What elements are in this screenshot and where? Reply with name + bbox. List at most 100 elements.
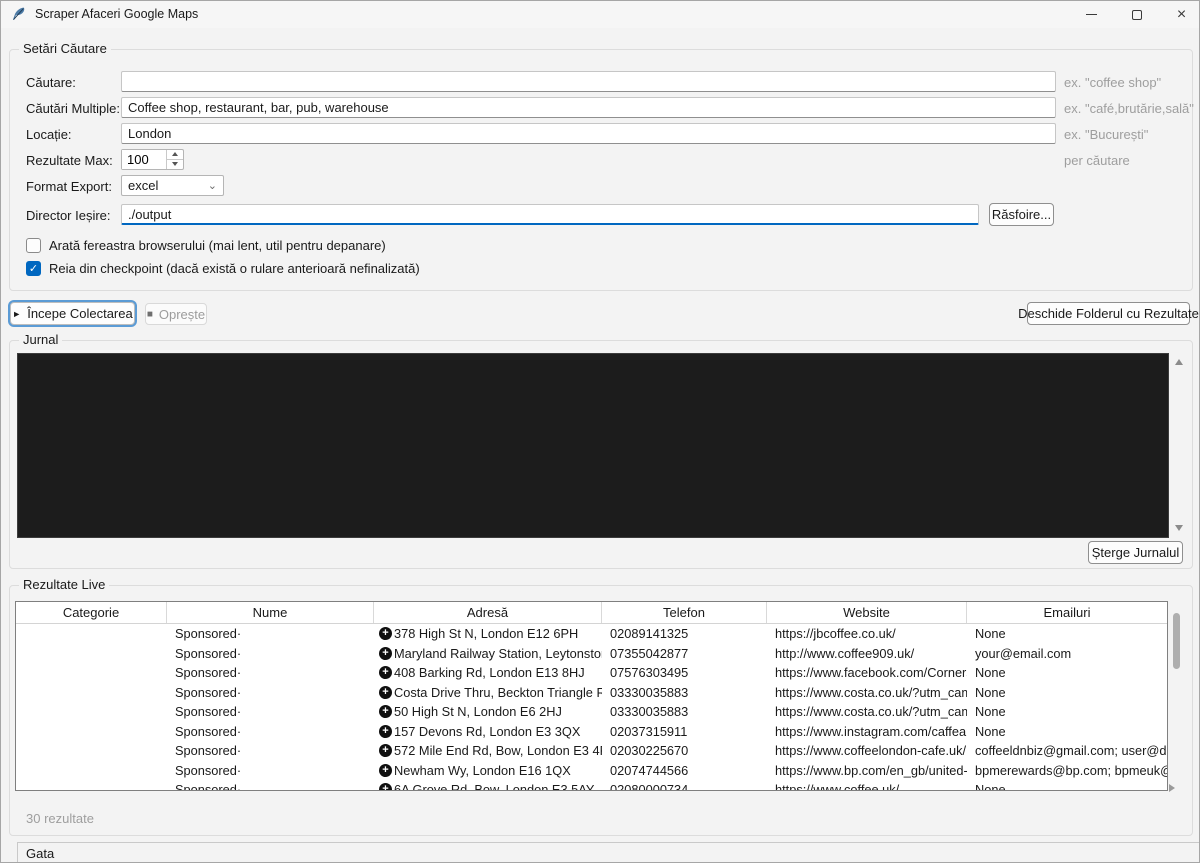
cell-phone: 07576303495 <box>602 663 767 683</box>
table-row[interactable]: Sponsored· + 157 Devons Rd, London E3 3Q… <box>16 722 1167 742</box>
stop-button[interactable]: ■ Oprește <box>145 303 207 325</box>
cell-address: + 157 Devons Rd, London E3 3QX <box>374 722 602 742</box>
table-row[interactable]: Sponsored· + Costa Drive Thru, Beckton T… <box>16 683 1167 703</box>
table-row[interactable]: Sponsored· + Maryland Railway Station, L… <box>16 644 1167 664</box>
resume-checkpoint-checkbox[interactable]: Reia din checkpoint (dacă există o rular… <box>26 261 420 276</box>
cell-website: http://www.coffee909.uk/ <box>767 644 967 664</box>
app-icon <box>11 6 27 22</box>
journal-scrollbar[interactable] <box>1171 353 1186 538</box>
cell-address-text: 6A Grove Rd, Bow, London E3 5AY <box>394 782 594 791</box>
cell-category <box>16 702 167 722</box>
browse-button[interactable]: Răsfoire... <box>989 203 1054 226</box>
cell-address-text: 378 High St N, London E12 6PH <box>394 626 578 641</box>
multi-search-input[interactable] <box>121 97 1056 118</box>
search-input[interactable] <box>121 71 1056 92</box>
cell-address-text: Costa Drive Thru, Beckton Triangle Retai… <box>394 685 602 700</box>
max-results-spinner[interactable] <box>121 149 184 170</box>
scroll-up-icon[interactable] <box>1175 359 1183 365</box>
export-format-value: excel <box>128 178 158 193</box>
cell-address-text: 408 Barking Rd, London E13 8HJ <box>394 665 585 680</box>
max-results-input[interactable] <box>122 150 166 169</box>
open-results-folder-button[interactable]: Deschide Folderul cu Rezultate <box>1027 302 1190 325</box>
cell-address: + 408 Barking Rd, London E13 8HJ <box>374 663 602 683</box>
cell-emails: None <box>967 624 1167 644</box>
table-row[interactable]: Sponsored· + 378 High St N, London E12 6… <box>16 624 1167 644</box>
cell-address: + 572 Mile End Rd, Bow, London E3 4PH <box>374 741 602 761</box>
journal-log[interactable] <box>17 353 1169 538</box>
plus-circle-icon: + <box>379 627 392 640</box>
col-header-emails[interactable]: Emailuri <box>967 602 1167 623</box>
cell-website: https://www.costa.co.uk/?utm_campaign <box>767 683 967 703</box>
stop-label: Oprește <box>159 307 205 322</box>
table-row[interactable]: Sponsored· + 6A Grove Rd, Bow, London E3… <box>16 780 1167 791</box>
maximize-icon <box>1132 10 1142 20</box>
minimize-button[interactable] <box>1069 1 1114 28</box>
play-icon: ► <box>12 309 21 319</box>
cell-address-text: 157 Devons Rd, London E3 3QX <box>394 724 580 739</box>
results-table[interactable]: Categorie Nume Adresă Telefon Website Em… <box>15 601 1168 791</box>
cell-emails: None <box>967 702 1167 722</box>
plus-circle-icon: + <box>379 744 392 757</box>
cell-address-text: Newham Wy, London E16 1QX <box>394 763 571 778</box>
col-header-website[interactable]: Website <box>767 602 967 623</box>
cell-name: Sponsored· <box>167 683 374 703</box>
status-text: Gata <box>26 846 54 861</box>
scroll-right-icon[interactable] <box>1169 784 1175 792</box>
spinner-up-button[interactable] <box>167 150 183 160</box>
cell-emails: None <box>967 663 1167 683</box>
cell-website: https://www.bp.com/en_gb/united-ki <box>767 761 967 781</box>
cell-phone: 07355042877 <box>602 644 767 664</box>
export-format-select[interactable]: excel ⌄ <box>121 175 224 196</box>
results-group-title: Rezultate Live <box>19 577 109 592</box>
cell-name: Sponsored· <box>167 722 374 742</box>
title-bar: Scraper Afaceri Google Maps × <box>1 1 1199 28</box>
cell-category <box>16 780 167 791</box>
col-header-category[interactable]: Categorie <box>16 602 167 623</box>
cell-address: + 6A Grove Rd, Bow, London E3 5AY <box>374 780 602 791</box>
max-results-hint: per căutare <box>1064 153 1130 168</box>
maximize-button[interactable] <box>1114 1 1159 28</box>
show-browser-checkbox[interactable]: Arată fereastra browserului (mai lent, u… <box>26 238 386 253</box>
multi-search-label: Căutări Multiple: <box>26 101 120 116</box>
scroll-down-icon[interactable] <box>1175 525 1183 531</box>
results-scrollbar-thumb[interactable] <box>1173 613 1180 669</box>
cell-phone: 02037315911 <box>602 722 767 742</box>
location-label: Locație: <box>26 127 72 142</box>
start-collect-button[interactable]: ► Începe Colectarea <box>10 302 135 325</box>
cell-name: Sponsored· <box>167 624 374 644</box>
output-dir-label: Director Ieșire: <box>26 208 111 223</box>
cell-phone: 03330035883 <box>602 683 767 703</box>
table-row[interactable]: Sponsored· + 572 Mile End Rd, Bow, Londo… <box>16 741 1167 761</box>
location-hint: ex. "București" <box>1064 127 1148 142</box>
table-row[interactable]: Sponsored· + 50 High St N, London E6 2HJ… <box>16 702 1167 722</box>
multi-search-hint: ex. "café,brutărie,sală" <box>1064 101 1194 116</box>
cell-name: Sponsored· <box>167 780 374 791</box>
output-dir-input[interactable] <box>121 204 979 225</box>
col-header-address[interactable]: Adresă <box>374 602 602 623</box>
cell-website: https://www.coffeelondon-cafe.uk/ <box>767 741 967 761</box>
cell-emails: your@email.com <box>967 644 1167 664</box>
table-row[interactable]: Sponsored· + 408 Barking Rd, London E13 … <box>16 663 1167 683</box>
cell-emails: None <box>967 683 1167 703</box>
cell-name: Sponsored· <box>167 761 374 781</box>
col-header-phone[interactable]: Telefon <box>602 602 767 623</box>
close-icon: × <box>1177 7 1186 23</box>
search-label: Căutare: <box>26 75 76 90</box>
cell-website: https://www.coffee.uk/ <box>767 780 967 791</box>
plus-circle-icon: + <box>379 686 392 699</box>
location-input[interactable] <box>121 123 1056 144</box>
checkbox-icon <box>26 238 41 253</box>
close-button[interactable]: × <box>1159 1 1200 28</box>
clear-journal-button[interactable]: Șterge Jurnalul <box>1088 541 1183 564</box>
stop-icon: ■ <box>147 309 153 320</box>
table-row[interactable]: Sponsored· + Newham Wy, London E16 1QX 0… <box>16 761 1167 781</box>
cell-emails: None <box>967 722 1167 742</box>
minimize-icon <box>1086 14 1097 15</box>
export-format-label: Format Export: <box>26 179 112 194</box>
cell-address: + 378 High St N, London E12 6PH <box>374 624 602 644</box>
cell-phone: 02074744566 <box>602 761 767 781</box>
col-header-name[interactable]: Nume <box>167 602 374 623</box>
settings-group-title: Setări Căutare <box>19 41 111 56</box>
spinner-down-button[interactable] <box>167 160 183 170</box>
cell-emails: coffeeldnbiz@gmail.com; user@domain <box>967 741 1167 761</box>
